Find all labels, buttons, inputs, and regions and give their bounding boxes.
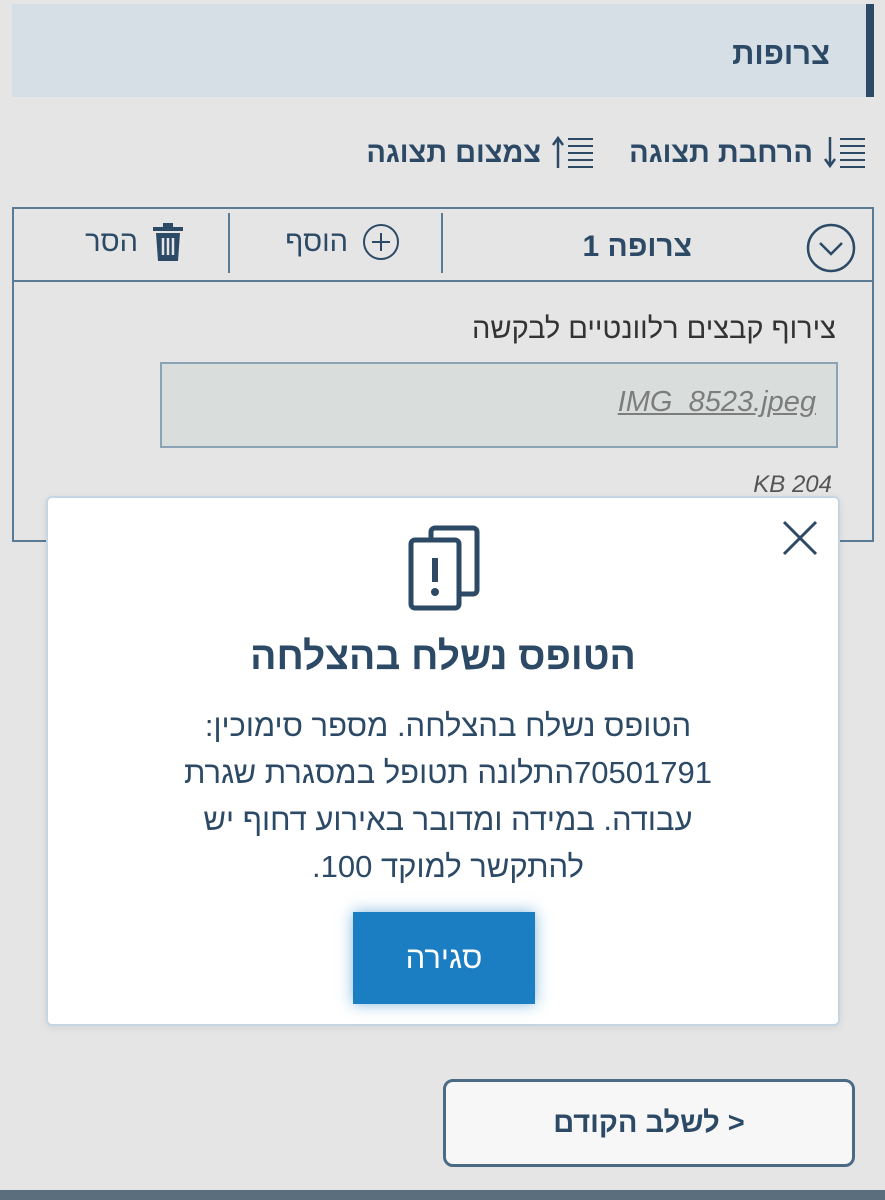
modal-message-line: עבודה. במידה ומדובר באירוע דחוף יש (203, 802, 693, 837)
modal-message-line: הטופס נשלח בהצלחה. מספר סימוכין: (204, 708, 692, 743)
close-icon[interactable] (780, 518, 820, 558)
remove-attachment-label: הסר (85, 225, 138, 258)
attachment-description: צירוף קבצים רלוונטיים לבקשה (472, 313, 836, 345)
plus-circle-icon (363, 224, 399, 260)
section-title: צרופות (732, 36, 830, 71)
chevron-down-icon[interactable] (806, 223, 856, 273)
add-attachment-label: הוסף (285, 225, 348, 258)
attachment-panel: צרופה 1 הוסף הסר צירוף קבצים רלוונטיים ל… (12, 207, 874, 542)
success-modal: הטופס נשלח בהצלחה הטופס נשלח בהצלחה. מספ… (46, 496, 840, 1026)
toolbar-divider (441, 213, 443, 273)
remove-attachment-button[interactable]: הסר (85, 223, 184, 261)
sort-expand-icon (823, 137, 865, 169)
trash-icon (153, 223, 183, 261)
attached-file-link[interactable]: IMG_8523.jpeg (618, 386, 816, 419)
expand-view-button[interactable]: הרחבת תצוגה (629, 134, 867, 172)
modal-message-line: 70501791התלונה תטופל במסגרת שגרת (184, 755, 712, 790)
collapse-view-button[interactable]: צמצום תצוגה (366, 134, 595, 172)
attachment-toolbar: צרופה 1 הוסף הסר (14, 209, 872, 282)
bottom-bar (0, 1190, 885, 1200)
previous-step-button[interactable]: < לשלב הקודם (443, 1079, 855, 1167)
attached-file-field: IMG_8523.jpeg (160, 362, 838, 448)
attachment-group-label: צרופה 1 (582, 230, 692, 263)
attachments-section-header: צרופות (12, 4, 874, 97)
modal-title: הטופס נשלח בהצלחה (250, 635, 636, 678)
modal-message: הטופס נשלח בהצלחה. מספר סימוכין: 7050179… (128, 702, 768, 890)
close-modal-button[interactable]: סגירה (353, 912, 535, 1004)
file-size-label: KB 204 (753, 471, 832, 498)
view-toggles: הרחבת תצוגה צמצום תצוגה (366, 128, 867, 178)
collapse-view-label: צמצום תצוגה (366, 136, 542, 169)
add-attachment-button[interactable]: הוסף (285, 223, 400, 261)
modal-message-line: להתקשר למוקד 100. (312, 849, 584, 884)
document-alert-icon (408, 525, 480, 611)
expand-view-label: הרחבת תצוגה (629, 136, 813, 169)
toolbar-divider (228, 213, 230, 273)
sort-collapse-icon (552, 135, 594, 168)
